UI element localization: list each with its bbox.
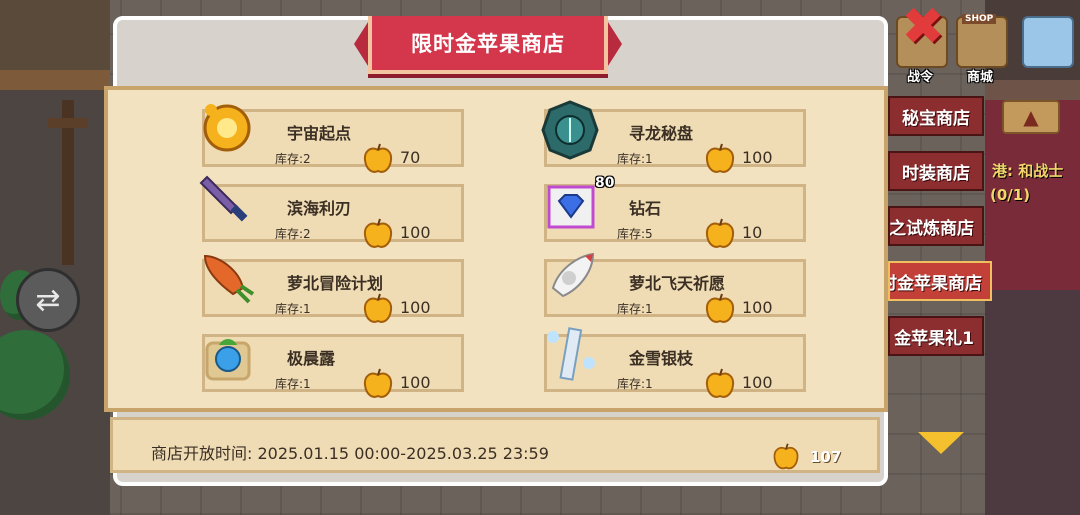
golden-apple-icon — [703, 217, 737, 255]
quest-text: 港: 和战士 — [992, 162, 1064, 180]
close-icon: ✖ — [901, 0, 945, 57]
item-stock: 库存:2 — [275, 227, 311, 241]
golden-apple-icon — [703, 367, 737, 405]
item-stock: 库存:1 — [275, 302, 311, 316]
item-badge: 80 — [595, 175, 615, 191]
item-price: 100 — [742, 298, 773, 317]
item-grid: 宇宙起点 库存:2 70 寻龙秘盘 库存:1 100 滨海利刃 库存:2 100 — [104, 86, 888, 412]
open-time-label: 商店开放时间: — [151, 444, 253, 463]
item-name: 宇宙起点 — [287, 124, 352, 143]
tab-secret-shop[interactable]: 秘宝商店 — [888, 96, 984, 136]
swap-arrows-icon: ⇄ — [35, 282, 61, 318]
item-stock: 库存:1 — [275, 377, 311, 391]
tab-costume-shop[interactable]: 时装商店 — [888, 151, 984, 191]
tab-label: 秘宝商店 — [902, 108, 970, 129]
diamond-icon — [539, 173, 601, 237]
item-price: 100 — [742, 148, 773, 167]
mall-label: 商城 — [967, 70, 994, 85]
carrot-rocket-icon — [197, 248, 259, 312]
item-stock: 库存:2 — [275, 152, 311, 166]
currency-count: 107 — [810, 448, 842, 466]
tab-label: 时金苹果商店 — [888, 273, 982, 294]
golden-apple-icon — [361, 142, 395, 180]
collapse-up-button[interactable]: ▲ — [1002, 100, 1060, 134]
seaside-blade-icon — [197, 173, 259, 237]
golden-apple-icon — [771, 442, 801, 476]
item-card[interactable]: 萝北飞天祈愿 库存:1 100 — [544, 252, 806, 323]
chevron-up-icon: ▲ — [1023, 105, 1039, 129]
shop-footer: 商店开放时间: 2025.01.15 00:00-2025.03.25 23:5… — [110, 417, 880, 473]
bunny-character-icon[interactable] — [1022, 16, 1074, 68]
tab-label: 金苹果礼1 — [894, 328, 974, 349]
golden-apple-icon — [361, 292, 395, 330]
item-card[interactable]: 滨海利刃 库存:2 100 — [199, 175, 464, 248]
item-stock: 库存:1 — [617, 377, 653, 391]
golden-apple-icon — [703, 142, 737, 180]
open-time-value: 2025.01.15 00:00-2025.03.25 23:59 — [257, 444, 549, 463]
battle-pass-label: 战令 — [907, 70, 934, 85]
right-wall — [985, 0, 1080, 515]
item-card[interactable]: 宇宙起点 库存:2 70 — [202, 104, 464, 173]
item-card[interactable]: 萝北冒险计划 库存:1 100 — [202, 254, 464, 323]
item-name: 极晨露 — [287, 349, 336, 368]
tab-golden-apple-shop[interactable]: 时金苹果商店 — [888, 261, 992, 301]
bunny-rocket-icon — [539, 248, 601, 312]
snow-branch-icon — [539, 323, 601, 387]
item-stock: 库存:5 — [617, 227, 653, 241]
item-price: 100 — [400, 223, 431, 242]
golden-apple-icon — [703, 292, 737, 330]
item-name: 寻龙秘盘 — [629, 124, 694, 143]
quest-progress: (0/1) — [990, 186, 1031, 204]
item-card[interactable]: 80 钻石 库存:5 10 — [544, 175, 806, 248]
dragon-compass-icon — [539, 98, 601, 162]
tab-golden-apple-gift[interactable]: 金苹果礼1 — [888, 316, 984, 356]
tab-label: 之试炼商店 — [889, 218, 974, 239]
tab-trial-shop[interactable]: 之试炼商店 — [888, 206, 984, 246]
open-time-text: 商店开放时间: 2025.01.15 00:00-2025.03.25 23:5… — [151, 440, 549, 464]
golden-apple-icon — [361, 217, 395, 255]
item-name: 萝北飞天祈愿 — [629, 274, 726, 293]
item-stock: 库存:1 — [617, 302, 653, 316]
item-card[interactable]: 金雪银枝 库存:1 100 — [544, 327, 806, 398]
item-price: 100 — [742, 373, 773, 392]
item-card[interactable]: 寻龙秘盘 库存:1 100 — [541, 100, 806, 173]
shop-title: 限时金苹果商店 — [354, 16, 622, 74]
item-name: 金雪银枝 — [629, 349, 694, 368]
item-price: 100 — [400, 298, 431, 317]
close-button[interactable]: ✖ — [898, 0, 948, 57]
item-name: 萝北冒险计划 — [287, 274, 384, 293]
item-name: 钻石 — [629, 199, 662, 218]
item-price: 100 — [400, 373, 431, 392]
cosmic-origin-icon — [197, 98, 259, 162]
golden-apple-icon — [361, 367, 395, 405]
item-card[interactable]: 极晨露 库存:1 100 — [202, 334, 464, 398]
item-price: 70 — [400, 148, 421, 167]
dew-orb-icon — [197, 323, 259, 387]
tab-label: 时装商店 — [902, 163, 970, 184]
lamp-post-cap — [48, 118, 88, 128]
left-wall — [0, 0, 110, 515]
shop-sign: SHOP — [962, 14, 997, 24]
swap-arrows-button[interactable]: ⇄ — [16, 268, 80, 332]
item-name: 滨海利刃 — [287, 199, 352, 218]
item-price: 10 — [742, 223, 763, 242]
item-stock: 库存:1 — [617, 152, 653, 166]
chevron-down-icon[interactable] — [918, 432, 964, 454]
